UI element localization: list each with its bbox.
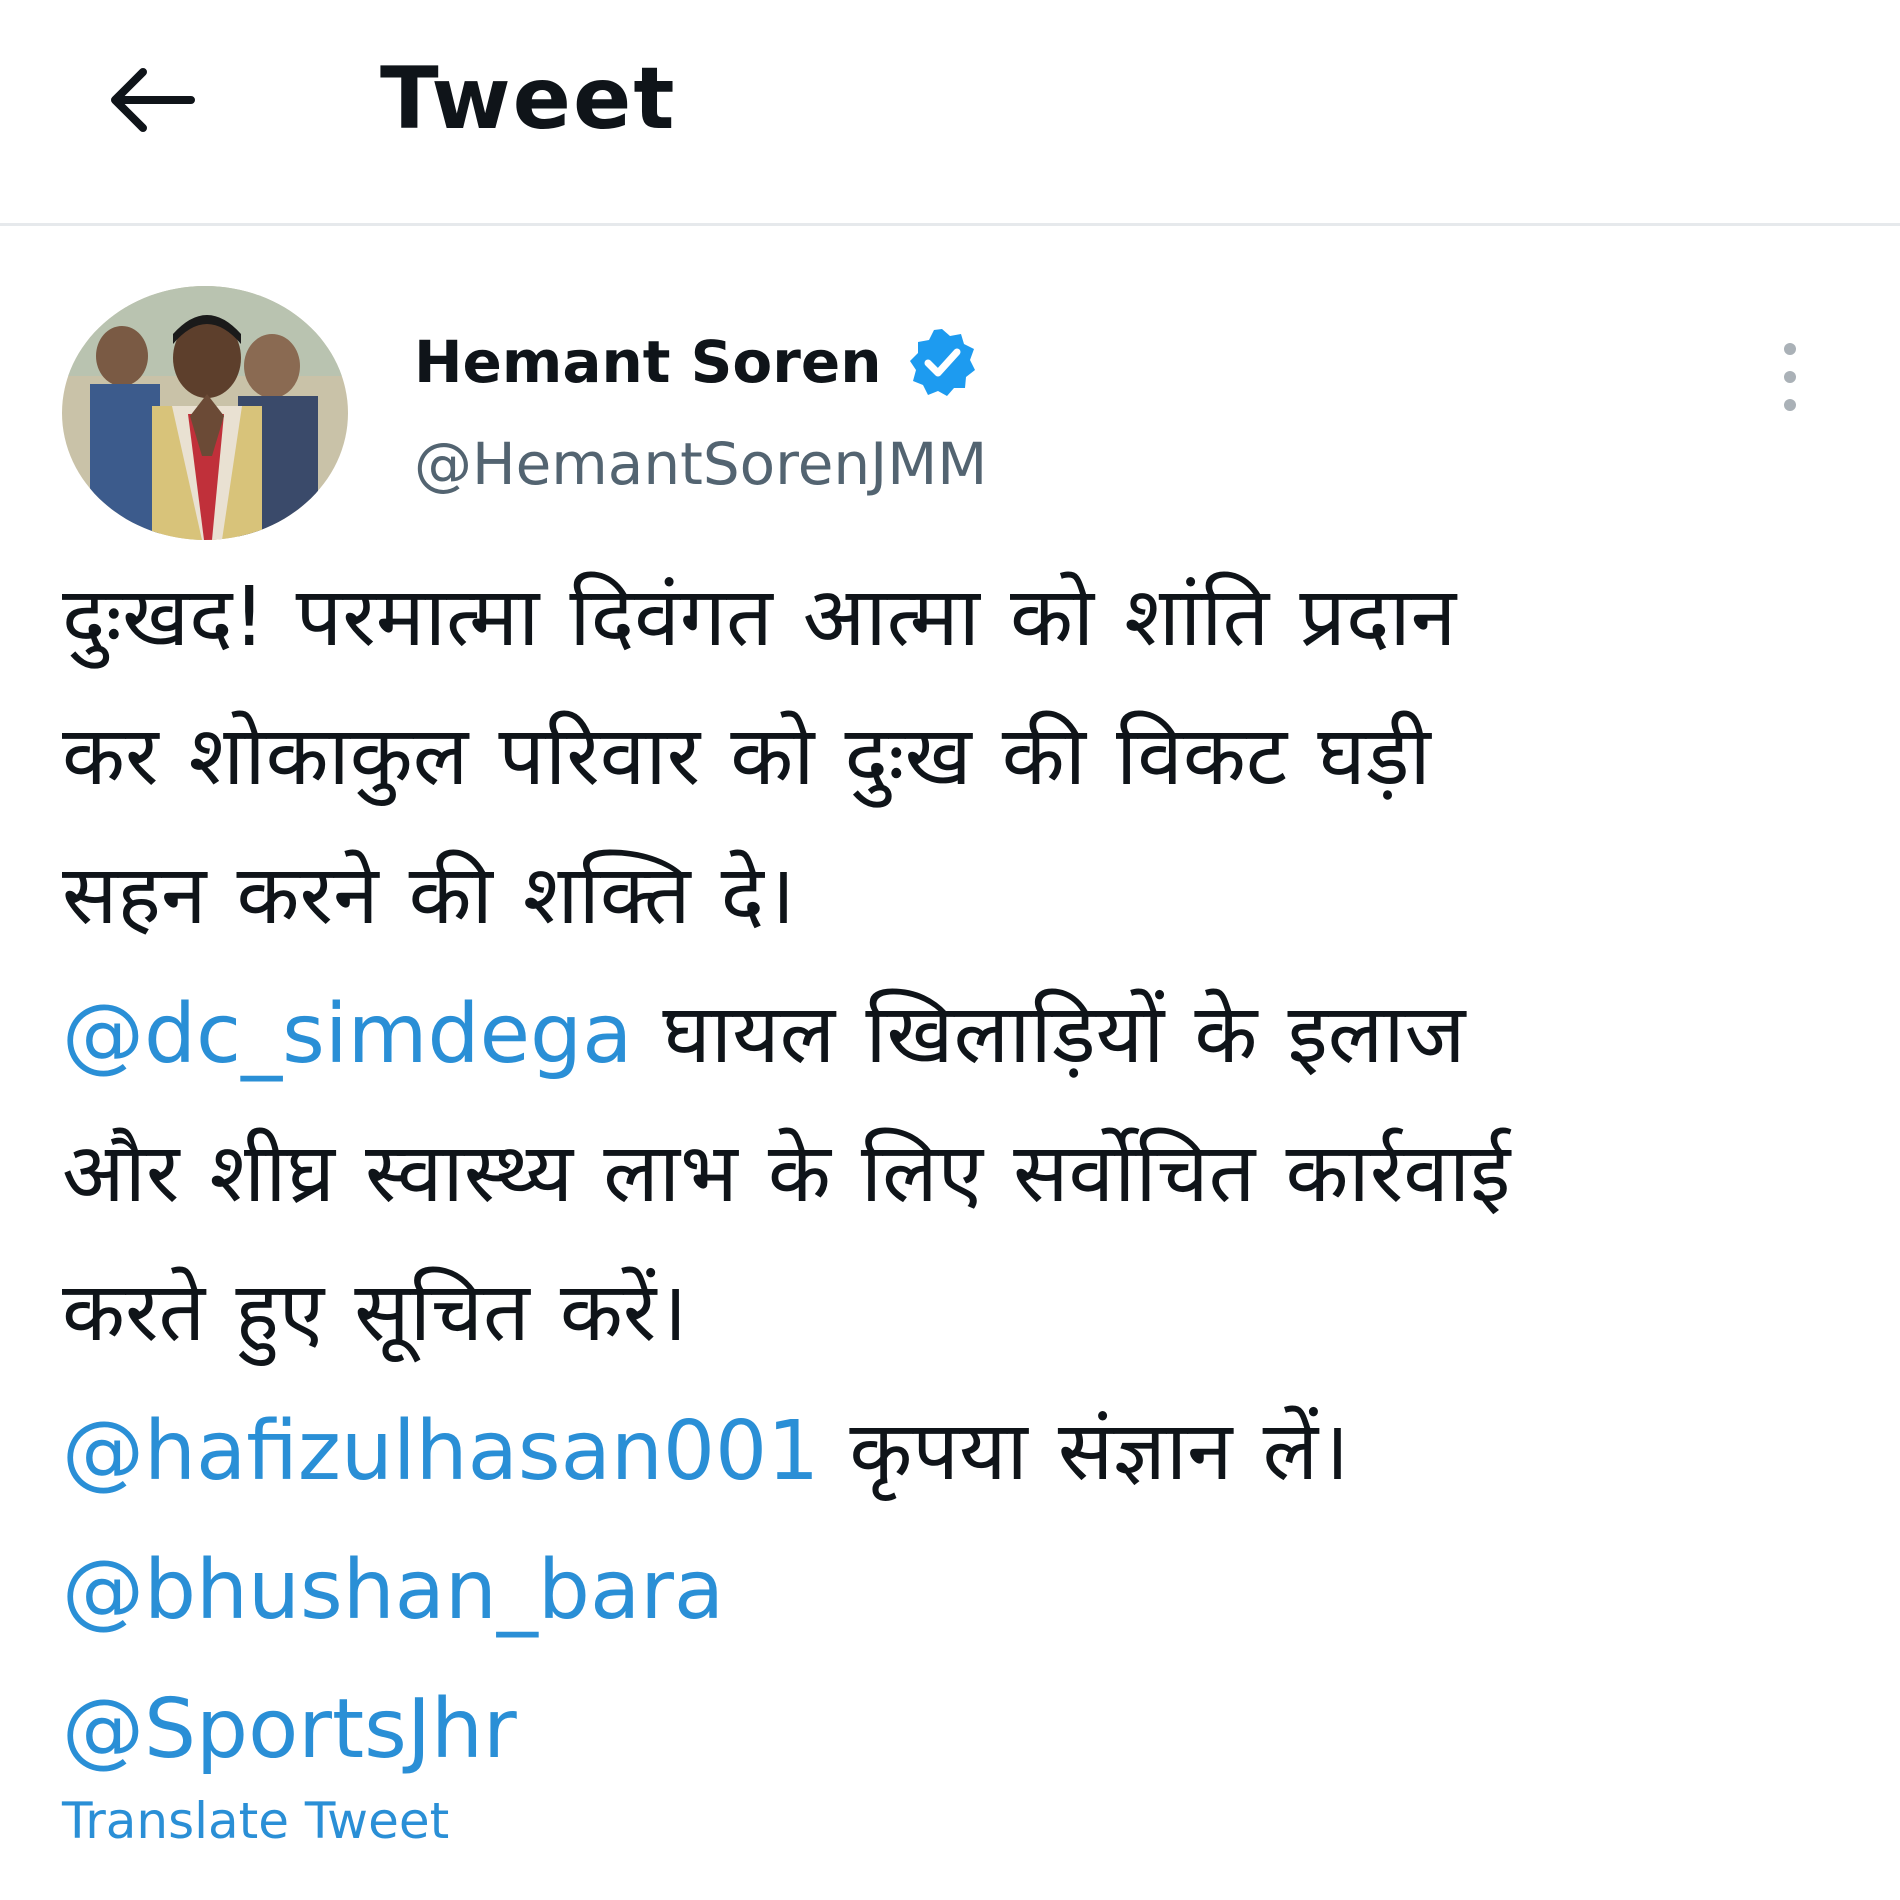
top-bar: Tweet — [0, 0, 1900, 226]
more-options-button[interactable] — [1760, 322, 1820, 432]
author-name-text: Hemant Soren — [414, 328, 882, 396]
tweet-line: @hafizulhasan001 कृपया संज्ञान लें। — [62, 1382, 1852, 1521]
avatar[interactable] — [62, 286, 348, 540]
verified-badge-icon — [906, 326, 978, 398]
page-title: Tweet — [380, 49, 677, 149]
tweet-line: करते हुए सूचित करें। — [62, 1265, 688, 1360]
more-vertical-icon — [1784, 343, 1796, 355]
more-vertical-icon-dot — [1784, 371, 1796, 383]
tweet-line-text: कृपया संज्ञान लें। — [819, 1404, 1350, 1499]
tweet-line: दुःखद! परमात्मा दिवंगत आत्मा को शांति प्… — [62, 570, 1457, 665]
tweet-line: कर शोकाकुल परिवार को दुःख की विकट घड़ी — [62, 709, 1431, 804]
author-name[interactable]: Hemant Soren — [414, 322, 978, 402]
tweet-line: और शीघ्र स्वास्थ्य लाभ के लिए सर्वोचित क… — [62, 1126, 1511, 1221]
mention-link-hafizulhasan001[interactable]: @hafizulhasan001 — [62, 1404, 819, 1499]
tweet-line: @bhushan_bara — [62, 1521, 1852, 1660]
tweet-text: दुःखद! परमात्मा दिवंगत आत्मा को शांति प्… — [62, 548, 1852, 1799]
back-button[interactable] — [96, 52, 206, 148]
arrow-left-icon — [111, 68, 195, 132]
mention-link-dc-simdega[interactable]: @dc_simdega — [62, 987, 632, 1082]
profile-photo — [62, 286, 348, 540]
translate-tweet-link[interactable]: Translate Tweet — [62, 1786, 449, 1856]
mention-link-sportsjhr[interactable]: @SportsJhr — [62, 1682, 517, 1777]
tweet-line: सहन करने की शक्ति दे। — [62, 848, 796, 943]
tweet-line-text: घायल खिलाड़ियों के इलाज — [632, 987, 1466, 1082]
tweet-line: @dc_simdega घायल खिलाड़ियों के इलाज — [62, 965, 1852, 1104]
tweet-line: @SportsJhr — [62, 1660, 1852, 1799]
mention-link-bhushan-bara[interactable]: @bhushan_bara — [62, 1543, 724, 1638]
author-handle[interactable]: @HemantSorenJMM — [414, 424, 987, 504]
more-vertical-icon-dot — [1784, 399, 1796, 411]
